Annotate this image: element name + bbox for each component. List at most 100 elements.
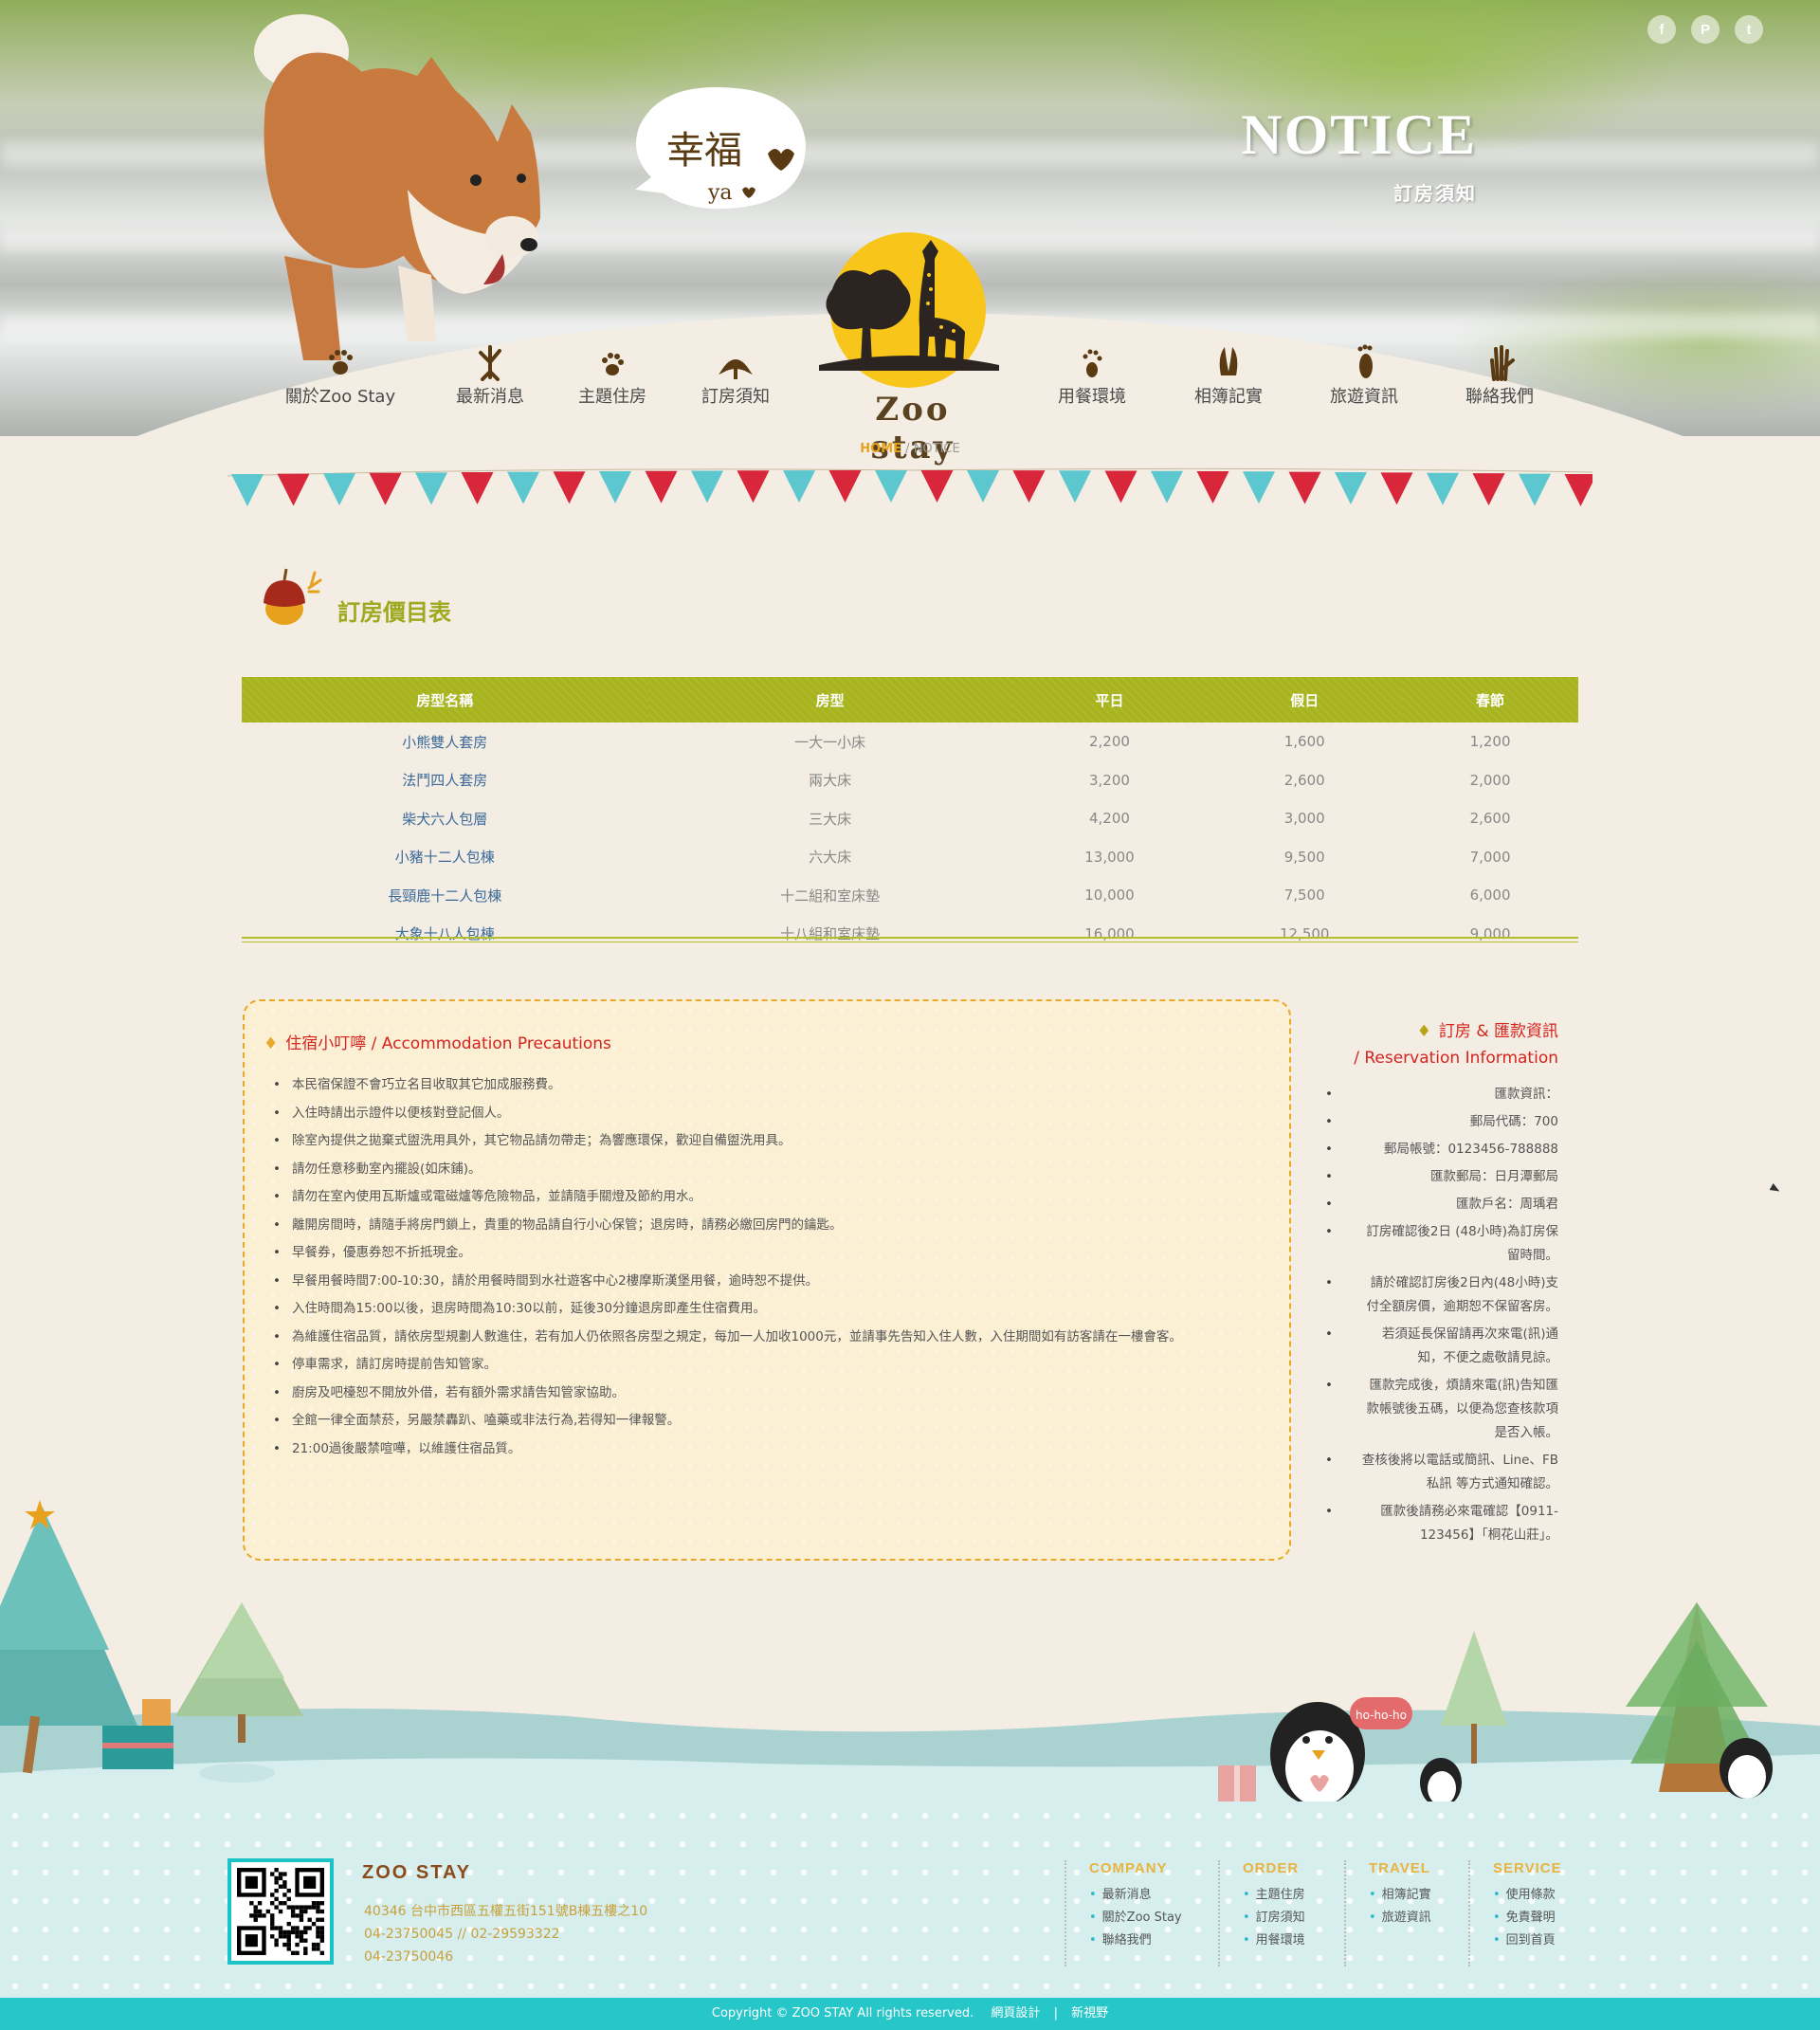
breadcrumb-current: NOTICE [913, 442, 960, 456]
bunting-flag [1519, 473, 1551, 506]
price-weekday: 16,000 [1084, 924, 1135, 942]
social-links: f P t [1647, 15, 1763, 44]
nav-dining[interactable]: 用餐環境 [1026, 343, 1158, 408]
footer-link[interactable]: 相簿記實 [1369, 1884, 1431, 1907]
room-name[interactable]: 長頸鹿十二人包棟 [242, 876, 648, 915]
list-item: 郵局代碼：700 [1321, 1110, 1558, 1134]
price-holiday: 2,600 [1283, 771, 1325, 789]
bunting-flag [783, 470, 815, 503]
list-item: 匯款完成後，煩請來電(訊)告知匯款帳號後五碼，以便為您查核款項是否入帳。 [1321, 1374, 1558, 1445]
price-holiday: 1,600 [1283, 733, 1325, 751]
room-beds: 兩大床 [809, 772, 852, 790]
zoo-stay-logo[interactable] [813, 232, 1003, 393]
nav-rooms[interactable]: 主題住房 [546, 343, 679, 408]
accommodation-notice-box: ♦住宿小叮嚀 / Accommodation Precautions 本民宿保證… [243, 999, 1291, 1561]
nav-travel[interactable]: 旅遊資訊 [1298, 343, 1430, 408]
footer-col-service: SERVICE 使用條款 免責聲明 回到首頁 [1468, 1860, 1562, 1966]
speech-bubble: 幸福 ya [635, 87, 806, 210]
room-name[interactable]: 小熊雙人套房 [242, 722, 648, 761]
room-name[interactable]: 法鬥四人套房 [242, 761, 648, 800]
footer-phone: 04-23750045 // 02-29593322 [364, 1927, 560, 1942]
bunting-flag [645, 470, 678, 503]
bunting-flag [1196, 470, 1229, 503]
col-header: 假日 [1207, 677, 1403, 722]
bunting-flag [323, 473, 355, 506]
bunting-flag [553, 471, 586, 504]
design-label[interactable]: 網頁設計 [991, 2006, 1040, 2021]
bunting-flag [967, 470, 999, 503]
paw-icon [602, 353, 624, 375]
bunting-flag [828, 470, 862, 503]
room-beds: 十八組和室床墊 [780, 925, 881, 943]
list-item: 離開房間時，請隨手將房門鎖上，貴重的物品請自行小心保管；退房時，請務必繳回房門的… [273, 1212, 1182, 1240]
list-item: 郵局帳號：0123456-788888 [1321, 1138, 1558, 1161]
room-name[interactable]: 大象十八人包棟 [242, 915, 648, 954]
facebook-icon[interactable]: f [1647, 15, 1676, 44]
bird-foot-icon [479, 345, 501, 381]
bunting-flag [277, 473, 310, 506]
table-header-row: 房型名稱 房型 平日 假日 春節 [242, 677, 1578, 722]
nav-contact[interactable]: 聯絡我們 [1433, 343, 1566, 408]
page-subtitle: 訂房須知 [1393, 182, 1477, 205]
room-name[interactable]: 小豬十二人包棟 [242, 838, 648, 877]
footer-link[interactable]: 主題住房 [1243, 1884, 1305, 1907]
room-name[interactable]: 柴犬六人包層 [242, 799, 648, 838]
list-item: 匯款戶名：周瑀君 [1321, 1193, 1558, 1216]
price-table: 房型名稱 房型 平日 假日 春節 小熊雙人套房 一大一小床 2,200 1,60… [242, 677, 1578, 953]
nav-about[interactable]: 關於Zoo Stay [274, 343, 407, 408]
bunting-flag [1564, 474, 1592, 506]
room-beds: 十二組和室床墊 [780, 887, 881, 905]
footer-link[interactable]: 關於Zoo Stay [1089, 1907, 1182, 1929]
shiba-dog-image [254, 14, 540, 360]
breadcrumb: HOME / NOTICE [860, 442, 960, 456]
designer-link[interactable]: 新視野 [1071, 2006, 1108, 2021]
hoof-icon [1219, 347, 1238, 375]
bunting-flag [1335, 471, 1367, 504]
twitter-icon[interactable]: t [1735, 15, 1763, 44]
breadcrumb-home[interactable]: HOME [860, 442, 901, 456]
list-item: 為維護住宿品質，請依房型規劃人數進住，若有加人仍依照各房型之規定，每加一人加收1… [273, 1324, 1182, 1352]
list-item: 全館一律全面禁菸，另嚴禁轟趴、嗑藥或非法行為,若得知一律報警。 [273, 1407, 1182, 1436]
page-title: NOTICE [1241, 103, 1477, 166]
table-row: 長頸鹿十二人包棟 十二組和室床墊 10,000 7,500 6,000 [242, 876, 1578, 915]
footer-link[interactable]: 最新消息 [1089, 1884, 1182, 1907]
list-item: 廚房及吧檯恕不開放外借，若有額外需求請告知管家協助。 [273, 1380, 1182, 1408]
bunting-flag [231, 474, 264, 506]
table-row: 大象十八人包棟 十八組和室床墊 16,000 12,500 9,000 [242, 915, 1578, 954]
price-newyear: 9,000 [1469, 924, 1511, 942]
plurk-icon[interactable]: P [1691, 15, 1720, 44]
speech-text: ho-ho-ho [1356, 1709, 1407, 1722]
speech-bubble-icon: ho-ho-ho [1350, 1697, 1412, 1729]
table-divider [242, 937, 1578, 939]
footer-link[interactable]: 免責聲明 [1493, 1907, 1562, 1929]
list-item: 請勿在室內使用瓦斯爐或電磁爐等危險物品，並請隨手關燈及節約用水。 [273, 1183, 1182, 1212]
qr-code[interactable] [228, 1858, 334, 1965]
price-newyear: 6,000 [1469, 887, 1511, 905]
footprint-icon [1357, 344, 1373, 378]
footer-link[interactable]: 旅遊資訊 [1369, 1907, 1431, 1929]
footer-link[interactable]: 聯絡我們 [1089, 1929, 1182, 1952]
bunting-flag [1151, 470, 1183, 503]
price-holiday: 3,000 [1283, 810, 1325, 828]
reservation-list: 匯款資訊： 郵局代碼：700 郵局帳號：0123456-788888 匯款郵局：… [1321, 1083, 1558, 1551]
list-item: 入住時間為15:00以後，退房時間為10:30以前，延後30分鐘退房即產生住宿費… [273, 1295, 1182, 1324]
nav-album[interactable]: 相簿記實 [1162, 343, 1295, 408]
list-item: 21:00過後嚴禁喧嘩，以維護住宿品質。 [273, 1436, 1182, 1464]
price-weekday: 2,200 [1089, 733, 1130, 751]
price-weekday: 10,000 [1084, 887, 1135, 905]
list-item: 入住時請出示證件以便核對登記個人。 [273, 1100, 1182, 1128]
bunting-flag [691, 470, 723, 503]
footer-link[interactable]: 使用條款 [1493, 1884, 1562, 1907]
footer-link[interactable]: 用餐環境 [1243, 1929, 1305, 1952]
paw-icon [1083, 349, 1102, 377]
footer-link[interactable]: 回到首頁 [1493, 1929, 1562, 1952]
col-header: 房型 [647, 677, 1012, 722]
price-holiday: 9,500 [1283, 848, 1325, 866]
nav-notice[interactable]: 訂房須知 [669, 343, 802, 408]
list-item: 訂房確認後2日 (48小時)為訂房保留時間。 [1321, 1220, 1558, 1268]
footer-link[interactable]: 訂房須知 [1243, 1907, 1305, 1929]
footer-col-travel: TRAVEL 相簿記實 旅遊資訊 [1344, 1860, 1431, 1966]
bunting-flag [1380, 472, 1413, 505]
nav-news[interactable]: 最新消息 [424, 343, 556, 408]
list-item: 本民宿保證不會巧立名目收取其它加成服務費。 [273, 1071, 1182, 1100]
